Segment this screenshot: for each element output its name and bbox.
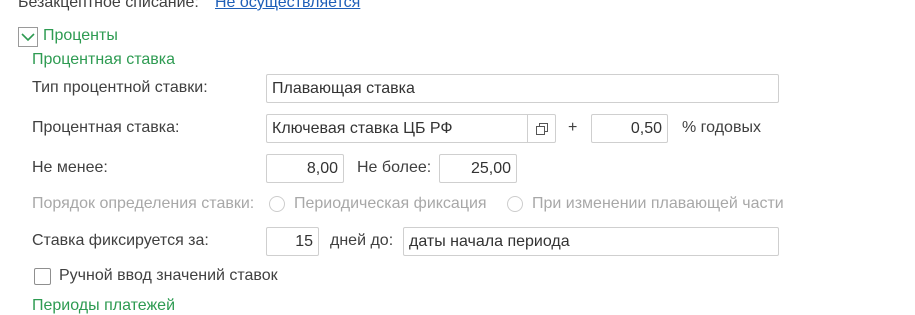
fixed-for-label: Ставка фиксируется за: <box>32 232 209 249</box>
open-form-icon <box>535 122 548 135</box>
rate-label: Процентная ставка: <box>32 119 180 136</box>
rate-field[interactable]: Ключевая ставка ЦБ РФ <box>266 114 528 143</box>
group-collapse-toggle[interactable] <box>18 27 38 47</box>
plus-sign: + <box>568 119 578 136</box>
radio-on-floating-change-label[interactable]: При изменении плавающей части <box>532 195 784 213</box>
group-title[interactable]: Проценты <box>43 27 118 45</box>
open-rate-button[interactable] <box>528 114 556 143</box>
max-rate-label: Не более: <box>357 159 432 176</box>
days-until-label: дней до: <box>330 232 394 249</box>
direct-debit-link[interactable]: Не осуществляется <box>215 0 360 12</box>
max-rate-field[interactable]: 25,00 <box>439 154 517 183</box>
radio-periodic-fixation-label[interactable]: Периодическая фиксация <box>294 195 487 213</box>
radio-periodic-fixation[interactable] <box>269 196 285 212</box>
rate-section-title: Процентная ставка <box>32 51 175 68</box>
rate-type-label: Тип процентной ставки: <box>32 79 208 96</box>
rate-type-field[interactable]: Плавающая ставка <box>266 74 779 103</box>
manual-input-checkbox[interactable] <box>34 268 51 285</box>
chevron-down-icon <box>21 33 35 42</box>
radio-on-floating-change[interactable] <box>507 196 523 212</box>
min-rate-label: Не менее: <box>32 159 108 176</box>
payment-periods-title: Периоды платежей <box>32 297 176 314</box>
rate-unit-label: % годовых <box>682 119 761 136</box>
fixed-days-field[interactable]: 15 <box>266 227 319 256</box>
rate-addition-field[interactable]: 0,50 <box>591 114 668 143</box>
until-field[interactable]: даты начала периода <box>403 227 779 256</box>
rate-order-label: Порядок определения ставки: <box>32 195 255 212</box>
min-rate-field[interactable]: 8,00 <box>266 154 344 183</box>
direct-debit-label: Безакцептное списание: <box>18 0 199 11</box>
manual-input-label[interactable]: Ручной ввод значений ставок <box>59 267 278 285</box>
